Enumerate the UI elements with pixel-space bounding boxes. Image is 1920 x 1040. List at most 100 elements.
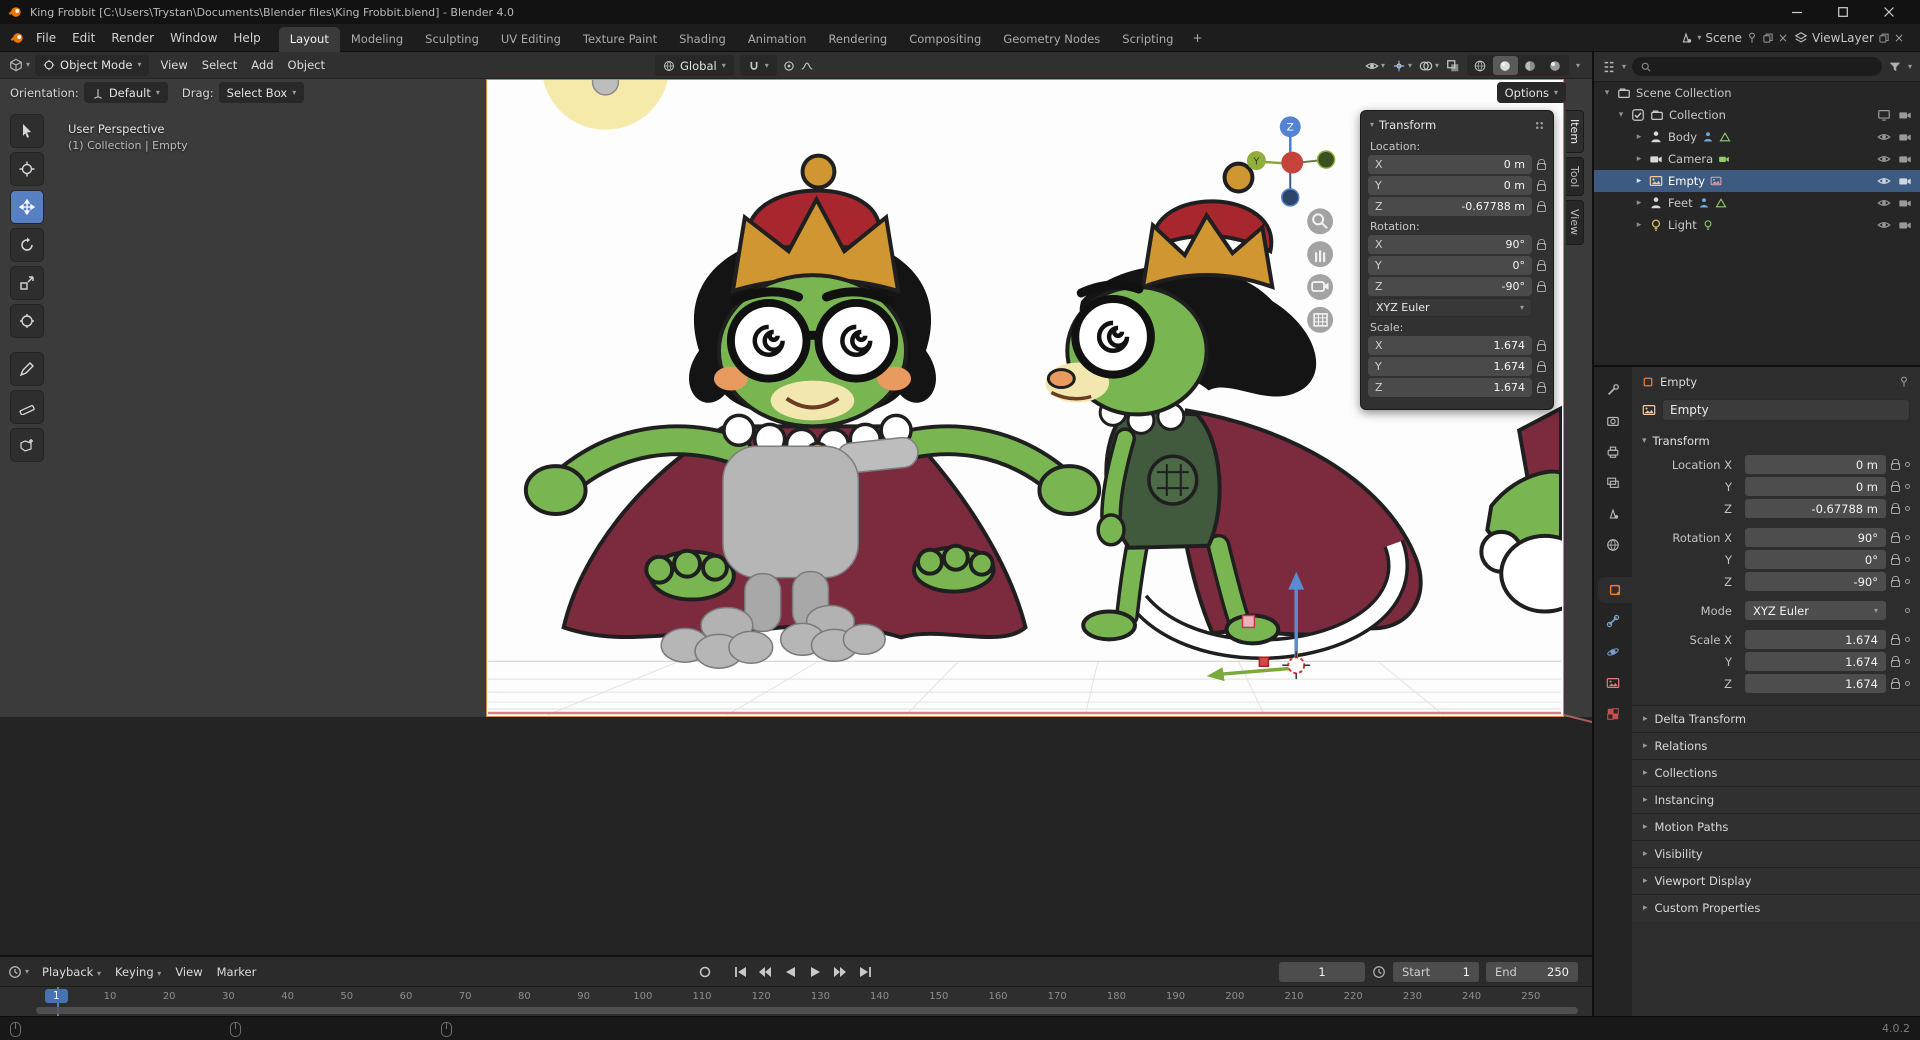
workspace-tab[interactable]: Shading bbox=[668, 27, 737, 52]
workspace-tab[interactable]: Scripting bbox=[1111, 27, 1184, 52]
expand-caret-icon[interactable]: ▸ bbox=[1634, 220, 1644, 230]
move-tool[interactable] bbox=[10, 190, 44, 224]
scale-x-field[interactable]: X1.674 bbox=[1368, 336, 1532, 355]
view-menu[interactable]: View bbox=[168, 962, 209, 982]
outliner-row-scene-collection[interactable]: ▾ Scene Collection bbox=[1594, 82, 1920, 104]
playhead-frame-badge[interactable]: 1 bbox=[45, 989, 68, 1003]
disable-render-icon[interactable] bbox=[1898, 218, 1912, 232]
axis-x-button[interactable] bbox=[1281, 152, 1303, 174]
animate-dot-icon[interactable] bbox=[1905, 484, 1910, 489]
expand-caret-icon[interactable]: ▸ bbox=[1634, 176, 1644, 186]
rotation-z-field[interactable]: Z-90° bbox=[1368, 277, 1532, 296]
transform-orientation-dropdown[interactable]: Global ▾ bbox=[655, 55, 734, 76]
scale-y-field[interactable]: 1.674 bbox=[1745, 652, 1886, 671]
scale-tool[interactable] bbox=[10, 266, 44, 300]
tab-world[interactable] bbox=[1597, 532, 1629, 558]
location-z-field[interactable]: Z-0.67788 m bbox=[1368, 197, 1532, 216]
collapse-caret-icon[interactable]: ▾ bbox=[1370, 121, 1374, 129]
shading-material-button[interactable] bbox=[1518, 56, 1543, 75]
properties-section-header[interactable]: ▸ Motion Paths bbox=[1632, 813, 1920, 840]
snap-dropdown[interactable]: ▾ bbox=[740, 55, 777, 76]
disable-render-icon[interactable] bbox=[1898, 130, 1912, 144]
unlink-scene-icon[interactable]: × bbox=[1778, 31, 1788, 45]
tab-view-layer[interactable] bbox=[1597, 470, 1629, 496]
playback-menu[interactable]: Playback ▾ bbox=[35, 962, 108, 982]
maximize-button[interactable] bbox=[1820, 0, 1866, 24]
lock-icon[interactable] bbox=[1537, 163, 1546, 170]
animate-dot-icon[interactable] bbox=[1905, 608, 1910, 613]
tab-texture[interactable] bbox=[1597, 701, 1629, 727]
rotation-x-field[interactable]: 90° bbox=[1745, 528, 1886, 547]
animate-dot-icon[interactable] bbox=[1905, 462, 1910, 467]
proportional-editing-button[interactable] bbox=[783, 55, 795, 76]
workspace-tab[interactable]: Animation bbox=[737, 27, 818, 52]
rotation-mode-dropdown[interactable]: XYZ Euler▾ bbox=[1368, 298, 1532, 317]
scale-y-field[interactable]: Y1.674 bbox=[1368, 357, 1532, 376]
cursor-tool[interactable] bbox=[10, 152, 44, 186]
timeline-scrollbar[interactable] bbox=[36, 1007, 1578, 1014]
rotation-x-field[interactable]: X90° bbox=[1368, 235, 1532, 254]
outliner-row-body[interactable]: ▸ Body bbox=[1594, 126, 1920, 148]
end-frame-field[interactable]: End250 bbox=[1486, 962, 1578, 982]
shading-dropdown-icon[interactable]: ▾ bbox=[1576, 62, 1580, 70]
lock-icon[interactable] bbox=[1537, 344, 1546, 351]
tab-output[interactable] bbox=[1597, 439, 1629, 465]
remove-view-layer-icon[interactable]: × bbox=[1894, 31, 1904, 45]
previous-keyframe-button[interactable] bbox=[754, 961, 776, 983]
shading-solid-button[interactable] bbox=[1493, 56, 1518, 75]
zoom-button[interactable] bbox=[1307, 208, 1333, 234]
lock-icon[interactable] bbox=[1891, 536, 1900, 543]
outliner-row-light[interactable]: ▸ Light bbox=[1594, 214, 1920, 236]
checkbox-icon[interactable] bbox=[1631, 108, 1645, 122]
tab-scene[interactable] bbox=[1597, 501, 1629, 527]
workspace-tab[interactable]: Rendering bbox=[817, 27, 898, 52]
animate-dot-icon[interactable] bbox=[1905, 506, 1910, 511]
workspace-tab[interactable]: UV Editing bbox=[490, 27, 572, 52]
expand-caret-icon[interactable]: ▾ bbox=[1616, 110, 1626, 120]
navigation-gizmo[interactable]: Z Y bbox=[1247, 116, 1335, 206]
lock-icon[interactable] bbox=[1891, 485, 1900, 492]
camera-view-button[interactable] bbox=[1307, 274, 1333, 300]
animate-dot-icon[interactable] bbox=[1905, 535, 1910, 540]
rotation-mode-dropdown[interactable]: XYZ Euler▾ bbox=[1745, 601, 1886, 620]
origin-handle[interactable] bbox=[1259, 657, 1268, 666]
animate-dot-icon[interactable] bbox=[1905, 579, 1910, 584]
lock-icon[interactable] bbox=[1891, 558, 1900, 565]
lock-icon[interactable] bbox=[1891, 638, 1900, 645]
plane-handle[interactable] bbox=[1242, 615, 1254, 627]
disable-render-icon[interactable] bbox=[1898, 174, 1912, 188]
properties-section-header[interactable]: ▸ Relations bbox=[1632, 732, 1920, 759]
shading-rendered-button[interactable] bbox=[1543, 56, 1568, 75]
menu-item[interactable]: Help bbox=[225, 28, 268, 48]
properties-section-header[interactable]: ▸ Custom Properties bbox=[1632, 894, 1920, 921]
filter-icon[interactable] bbox=[1888, 60, 1902, 74]
axis-z-negative-button[interactable] bbox=[1282, 189, 1299, 206]
menu-item[interactable]: File bbox=[28, 28, 64, 48]
select-box-tool[interactable] bbox=[10, 114, 44, 148]
menu-item[interactable]: Window bbox=[162, 28, 225, 48]
tab-object-data[interactable] bbox=[1597, 670, 1629, 696]
animate-dot-icon[interactable] bbox=[1905, 637, 1910, 642]
lock-icon[interactable] bbox=[1537, 386, 1546, 393]
scene-selector[interactable]: ▾ Scene × bbox=[1679, 31, 1788, 45]
outliner-row-collection[interactable]: ▾ Collection bbox=[1594, 104, 1920, 126]
hide-eye-icon[interactable] bbox=[1877, 218, 1891, 232]
expand-caret-icon[interactable]: ▸ bbox=[1634, 132, 1644, 142]
workspace-tab[interactable]: Layout bbox=[279, 27, 340, 52]
new-scene-icon[interactable] bbox=[1762, 32, 1774, 44]
workspace-tab[interactable]: Compositing bbox=[898, 27, 992, 52]
add-workspace-button[interactable]: + bbox=[1184, 28, 1210, 48]
grid-toggle-button[interactable] bbox=[1307, 307, 1333, 333]
outliner-row-camera[interactable]: ▸ Camera bbox=[1594, 148, 1920, 170]
pan-hand-button[interactable] bbox=[1307, 241, 1333, 267]
location-z-field[interactable]: -0.67788 m bbox=[1745, 499, 1886, 518]
properties-section-header[interactable]: ▸ Visibility bbox=[1632, 840, 1920, 867]
outliner-search-input[interactable] bbox=[1632, 57, 1882, 76]
scale-z-field[interactable]: Z1.674 bbox=[1368, 378, 1532, 397]
measure-tool[interactable] bbox=[10, 390, 44, 424]
workspace-tab[interactable]: Sculpting bbox=[414, 27, 490, 52]
lock-icon[interactable] bbox=[1891, 507, 1900, 514]
properties-section-header[interactable]: ▸ Delta Transform bbox=[1632, 705, 1920, 732]
outliner-row-empty[interactable]: ▸ Empty bbox=[1594, 170, 1920, 192]
scale-x-field[interactable]: 1.674 bbox=[1745, 630, 1886, 649]
